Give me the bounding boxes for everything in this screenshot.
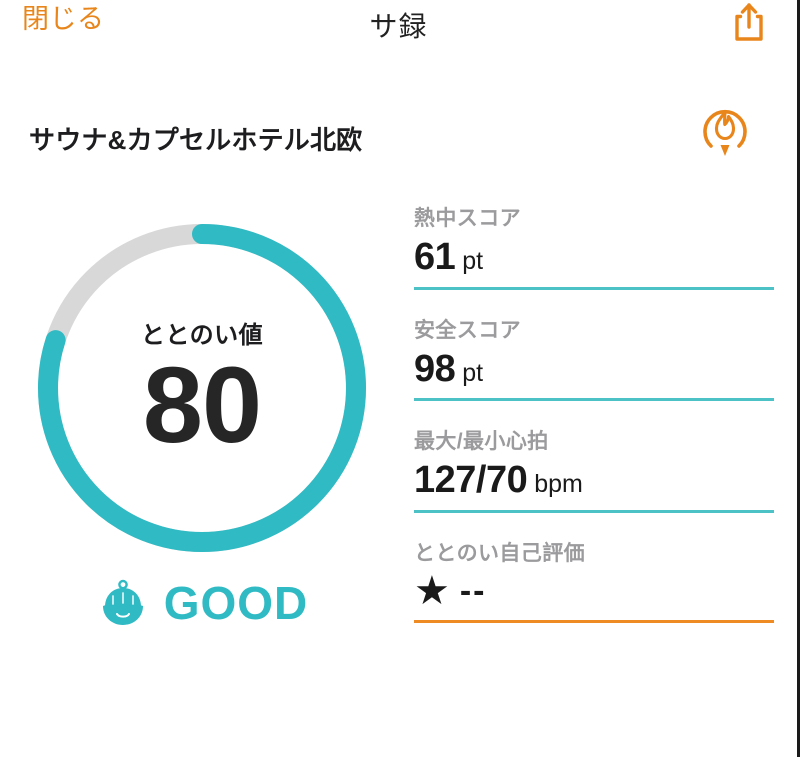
stat-value: 61	[414, 236, 456, 278]
stat-underline	[414, 620, 774, 624]
totonoi-gauge-section: ととのい値 80 GOOD	[16, 216, 388, 630]
page-title: サ録	[369, 11, 428, 42]
stats-list: 熱中スコア 61 pt 安全スコア 98 pt 最大/最小心拍 127/70 b…	[414, 192, 774, 637]
stat-value: 127/70	[414, 459, 528, 502]
share-button[interactable]	[729, 2, 769, 44]
stat-unit: bpm	[534, 470, 583, 499]
stat-value: --	[459, 572, 487, 611]
sauna-record-screen: 閉じる サ録 サウナ&カプセルホテル北欧 ととのい値 80 GOOD 熱中スコア…	[0, 0, 800, 757]
stat-underline	[414, 510, 774, 514]
stat-unit: pt	[462, 358, 484, 387]
totonoi-gauge: ととのい値 80	[30, 216, 374, 560]
stat-heat-score: 熱中スコア 61 pt	[414, 192, 774, 290]
verdict-row: GOOD	[16, 576, 388, 630]
verdict-label: GOOD	[163, 577, 309, 629]
stat-value-row: 127/70 bpm	[414, 459, 774, 510]
venue-name: サウナ&カプセルホテル北欧	[29, 125, 363, 155]
stat-value-row: ★ --	[414, 571, 774, 620]
venue-row: サウナ&カプセルホテル北欧	[0, 104, 797, 178]
stat-label: 最大/最小心拍	[414, 430, 549, 454]
stat-value: 98	[414, 347, 456, 390]
stat-heart-rate: 最大/最小心拍 127/70 bpm	[414, 415, 774, 514]
app-header: 閉じる サ録	[0, 0, 797, 56]
record-body: ととのい値 80 GOOD 熱中スコア 61 pt 安全スコア 98 pt 最大…	[0, 178, 797, 738]
stat-unit: pt	[462, 247, 484, 275]
stat-self-rating[interactable]: ととのい自己評価 ★ --	[414, 527, 774, 624]
sauna-badge	[694, 98, 756, 160]
gauge-value: 80	[142, 343, 262, 465]
sauna-flame-icon	[703, 109, 747, 156]
stat-label: 熱中スコア	[414, 207, 521, 230]
gauge-center-text: ととのい値 80	[30, 216, 374, 560]
stat-underline	[414, 286, 774, 290]
star-icon: ★	[414, 569, 450, 614]
stat-label: 安全スコア	[414, 318, 521, 342]
stat-value-row: 61 pt	[414, 236, 774, 287]
stat-label: ととのい自己評価	[414, 542, 585, 566]
stat-value-row: 98 pt	[414, 348, 774, 399]
stat-safety-score: 安全スコア 98 pt	[414, 304, 774, 402]
share-icon	[735, 3, 763, 41]
stat-underline	[414, 398, 774, 402]
sauna-hat-mascot-icon	[102, 579, 143, 625]
